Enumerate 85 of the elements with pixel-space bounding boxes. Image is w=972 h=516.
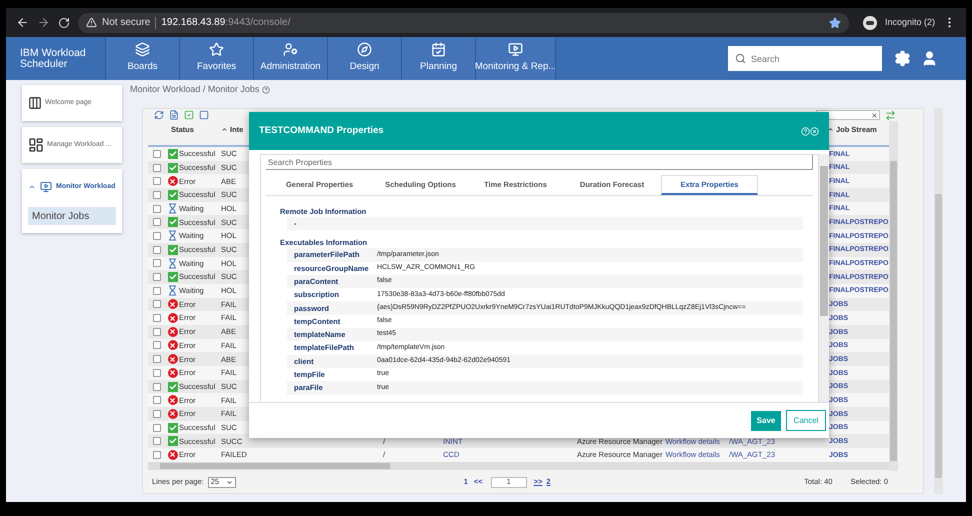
vertical-scrollbar[interactable] <box>889 121 898 471</box>
row-checkbox[interactable] <box>153 314 161 322</box>
row-checkbox[interactable] <box>153 341 161 350</box>
row-checkbox[interactable] <box>153 396 161 404</box>
incognito-icon <box>862 16 877 30</box>
row-checkbox[interactable] <box>153 150 161 158</box>
hourglass-icon <box>167 203 178 214</box>
nav-tab[interactable]: Administration <box>253 37 327 80</box>
sidebar-subitem[interactable]: Monitor Jobs <box>28 207 116 225</box>
close-icon[interactable] <box>810 126 819 136</box>
row-checkbox[interactable] <box>153 300 161 308</box>
app-name: IBM Workload Scheduler <box>20 48 87 70</box>
row-checkbox[interactable] <box>153 204 161 213</box>
columns-icon <box>28 95 42 111</box>
user-settings-icon <box>283 42 298 58</box>
search-icon <box>735 53 746 64</box>
nav-tab[interactable]: Design <box>327 37 401 80</box>
row-checkbox[interactable] <box>153 450 161 459</box>
nav-tab[interactable]: Planning <box>401 37 475 80</box>
refresh-icon[interactable] <box>154 110 164 120</box>
back-icon[interactable] <box>16 16 29 29</box>
hourglass-icon <box>167 285 178 296</box>
success-icon <box>168 244 178 255</box>
row-checkbox[interactable] <box>153 273 161 282</box>
forward-icon[interactable] <box>37 16 50 29</box>
row-checkbox[interactable] <box>153 190 161 199</box>
profile-label[interactable]: Incognito (2) <box>884 16 935 30</box>
user-icon[interactable] <box>921 50 938 67</box>
calendar-icon <box>431 42 446 58</box>
checkbox-icon[interactable] <box>184 110 194 120</box>
error-icon <box>168 354 178 364</box>
chevron-up-icon[interactable] <box>28 183 36 191</box>
breadcrumb: Monitor Workload / Monitor Jobs <box>130 83 260 96</box>
success-icon <box>168 436 178 446</box>
monitor-icon <box>508 42 523 58</box>
nav-tab[interactable]: Monitoring & Rep... <box>475 37 555 80</box>
row-checkbox[interactable] <box>153 218 161 226</box>
hourglass-icon <box>167 230 178 242</box>
nav-tab[interactable]: Boards <box>105 37 179 80</box>
monitor-icon <box>39 181 53 193</box>
star-icon <box>209 42 224 58</box>
chevron-down-icon <box>226 478 233 486</box>
search-properties-field[interactable]: Search Properties <box>266 155 813 170</box>
row-checkbox[interactable] <box>153 177 161 186</box>
help-icon[interactable] <box>262 86 270 94</box>
arrows-icon[interactable] <box>885 110 896 120</box>
row-checkbox[interactable] <box>153 368 161 377</box>
sort-caret-icon[interactable] <box>221 126 228 134</box>
success-icon <box>168 272 178 282</box>
document-icon[interactable] <box>169 110 179 120</box>
success-icon <box>168 190 178 200</box>
url-host: 192.168.43.89 <box>161 16 226 30</box>
row-checkbox[interactable] <box>153 286 161 295</box>
error-icon <box>168 450 178 460</box>
clear-icon[interactable] <box>871 112 878 118</box>
bookmark-star-icon[interactable] <box>828 16 841 28</box>
nav-tab[interactable]: Favorites <box>179 37 253 80</box>
row-checkbox[interactable] <box>153 164 161 172</box>
compass-icon <box>357 42 372 58</box>
security-label: Not secure <box>102 16 150 30</box>
hourglass-icon <box>167 258 178 269</box>
page-scrollbar[interactable] <box>934 108 943 494</box>
row-checkbox[interactable] <box>153 259 161 268</box>
row-checkbox[interactable] <box>153 410 161 418</box>
error-icon <box>168 326 178 337</box>
layers-icon <box>135 42 150 58</box>
row-checkbox[interactable] <box>153 246 161 254</box>
row-checkbox[interactable] <box>153 382 161 391</box>
warning-icon <box>86 17 97 28</box>
row-checkbox[interactable] <box>153 232 161 240</box>
row-checkbox[interactable] <box>153 424 161 432</box>
search-field[interactable]: Search <box>728 46 882 71</box>
error-icon <box>168 408 178 419</box>
windows-icon <box>28 137 44 153</box>
row-checkbox[interactable] <box>153 437 161 446</box>
square-icon[interactable] <box>199 110 209 120</box>
url-path: :9443/console/ <box>225 16 290 30</box>
dialog-title: TESTCOMMAND Properties <box>259 124 384 138</box>
row-checkbox[interactable] <box>153 355 161 364</box>
row-checkbox[interactable] <box>153 328 161 336</box>
success-icon <box>168 217 178 228</box>
dialog-scrollbar[interactable] <box>819 154 829 402</box>
sort-caret-icon[interactable] <box>827 126 834 134</box>
address-bar[interactable]: Not secure 192.168.43.89:9443/console/ <box>78 12 849 32</box>
reload-icon[interactable] <box>58 16 70 28</box>
